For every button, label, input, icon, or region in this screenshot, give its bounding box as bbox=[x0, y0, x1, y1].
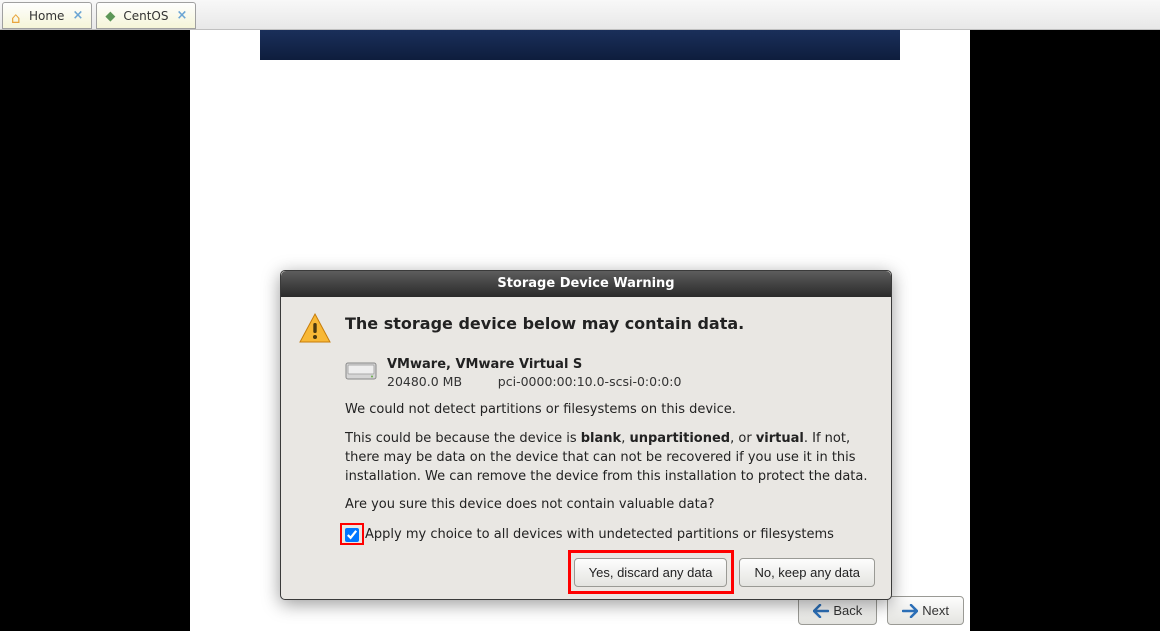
arrow-left-icon bbox=[813, 604, 829, 618]
dialog-buttons: Yes, discard any data No, keep any data bbox=[297, 558, 875, 587]
dialog-para2: This could be because the device is blan… bbox=[345, 430, 875, 487]
warning-icon bbox=[297, 311, 333, 347]
next-button[interactable]: Next bbox=[887, 596, 964, 625]
tab-label: CentOS bbox=[123, 9, 168, 23]
dialog-para3: Are you sure this device does not contai… bbox=[345, 496, 875, 515]
wizard-nav: Back Next bbox=[798, 596, 964, 625]
dialog-text: We could not detect partitions or filesy… bbox=[345, 401, 875, 515]
tab-bar: Home × CentOS × bbox=[0, 0, 1160, 30]
dialog-body: The storage device below may contain dat… bbox=[281, 297, 891, 599]
dialog-para1: We could not detect partitions or filesy… bbox=[345, 401, 875, 420]
device-detail: 20480.0 MB pci-0000:00:10.0-scsi-0:0:0:0 bbox=[387, 374, 681, 389]
discard-data-button[interactable]: Yes, discard any data bbox=[574, 558, 728, 587]
keep-data-button[interactable]: No, keep any data bbox=[739, 558, 875, 587]
arrow-right-icon bbox=[902, 604, 918, 618]
apply-all-label: Apply my choice to all devices with unde… bbox=[365, 527, 834, 542]
apply-all-checkbox[interactable] bbox=[345, 528, 359, 542]
device-size: 20480.0 MB bbox=[387, 374, 462, 389]
home-icon bbox=[11, 9, 25, 23]
device-info: VMware, VMware Virtual S 20480.0 MB pci-… bbox=[387, 357, 681, 389]
storage-warning-dialog: Storage Device Warning The storage devic… bbox=[280, 270, 892, 600]
dialog-title: Storage Device Warning bbox=[281, 271, 891, 297]
back-label: Back bbox=[833, 603, 862, 618]
close-icon[interactable]: × bbox=[72, 9, 83, 22]
close-icon[interactable]: × bbox=[176, 9, 187, 22]
centos-icon bbox=[105, 9, 119, 23]
vm-display: sdn.net/CSDN_lihe Back Next Storage Devi… bbox=[0, 30, 1160, 631]
apply-all-row: Apply my choice to all devices with unde… bbox=[345, 527, 875, 542]
dialog-heading: The storage device below may contain dat… bbox=[345, 311, 744, 333]
tab-label: Home bbox=[29, 9, 64, 23]
tab-home[interactable]: Home × bbox=[2, 2, 92, 29]
device-path: pci-0000:00:10.0-scsi-0:0:0:0 bbox=[498, 374, 682, 389]
disk-icon bbox=[345, 359, 377, 383]
back-button[interactable]: Back bbox=[798, 596, 877, 625]
tab-centos[interactable]: CentOS × bbox=[96, 2, 196, 29]
installer-banner bbox=[260, 30, 900, 60]
next-label: Next bbox=[922, 603, 949, 618]
device-name: VMware, VMware Virtual S bbox=[387, 357, 681, 372]
